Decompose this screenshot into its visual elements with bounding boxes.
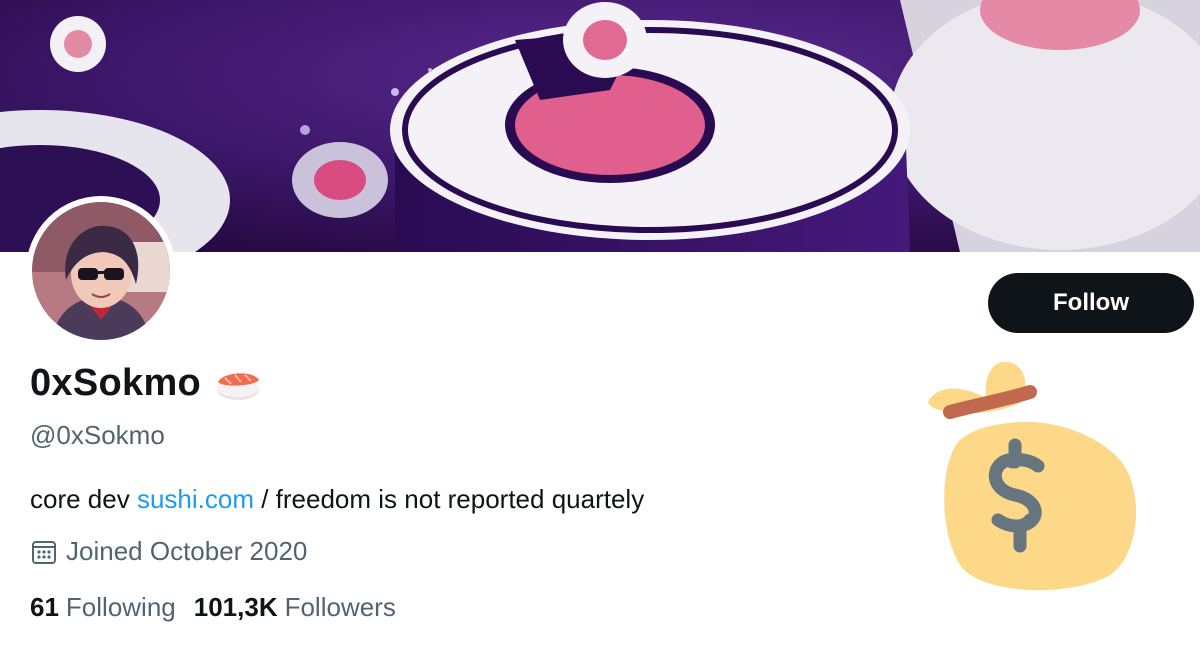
followers-label: Followers xyxy=(284,592,396,622)
followers-link[interactable]: 101,3K Followers xyxy=(194,592,396,623)
bio-link[interactable]: sushi.com xyxy=(137,484,254,514)
joined-date: Joined October 2020 xyxy=(30,536,307,567)
bio-prefix: core dev xyxy=(30,484,137,514)
calendar-icon xyxy=(32,540,56,564)
banner-image xyxy=(0,0,1200,252)
display-name: 0xSokmo xyxy=(30,362,202,404)
money-bag-icon xyxy=(920,350,1150,600)
followers-count: 101,3K xyxy=(193,592,278,622)
avatar[interactable] xyxy=(26,196,176,346)
bio-suffix: / freedom is not reported quartely xyxy=(254,484,645,514)
joined-text: Joined October 2020 xyxy=(66,536,308,566)
sushi-icon xyxy=(217,372,260,400)
following-count: 61 xyxy=(30,592,59,622)
following-label: Following xyxy=(65,592,176,622)
profile-bio: core dev sushi.com / freedom is not repo… xyxy=(30,484,644,515)
profile-banner[interactable] xyxy=(0,0,1200,252)
profile-stats: 61 Following 101,3K Followers xyxy=(30,592,396,623)
avatar-image xyxy=(32,202,170,340)
profile-handle: @0xSokmo xyxy=(30,420,165,450)
name-row: 0xSokmo xyxy=(30,362,261,405)
following-link[interactable]: 61 Following xyxy=(30,592,176,623)
follow-button[interactable]: Follow xyxy=(988,273,1194,333)
profile-page: Follow 0xSokmo @0xSokmo core dev sushi.c… xyxy=(0,0,1200,648)
